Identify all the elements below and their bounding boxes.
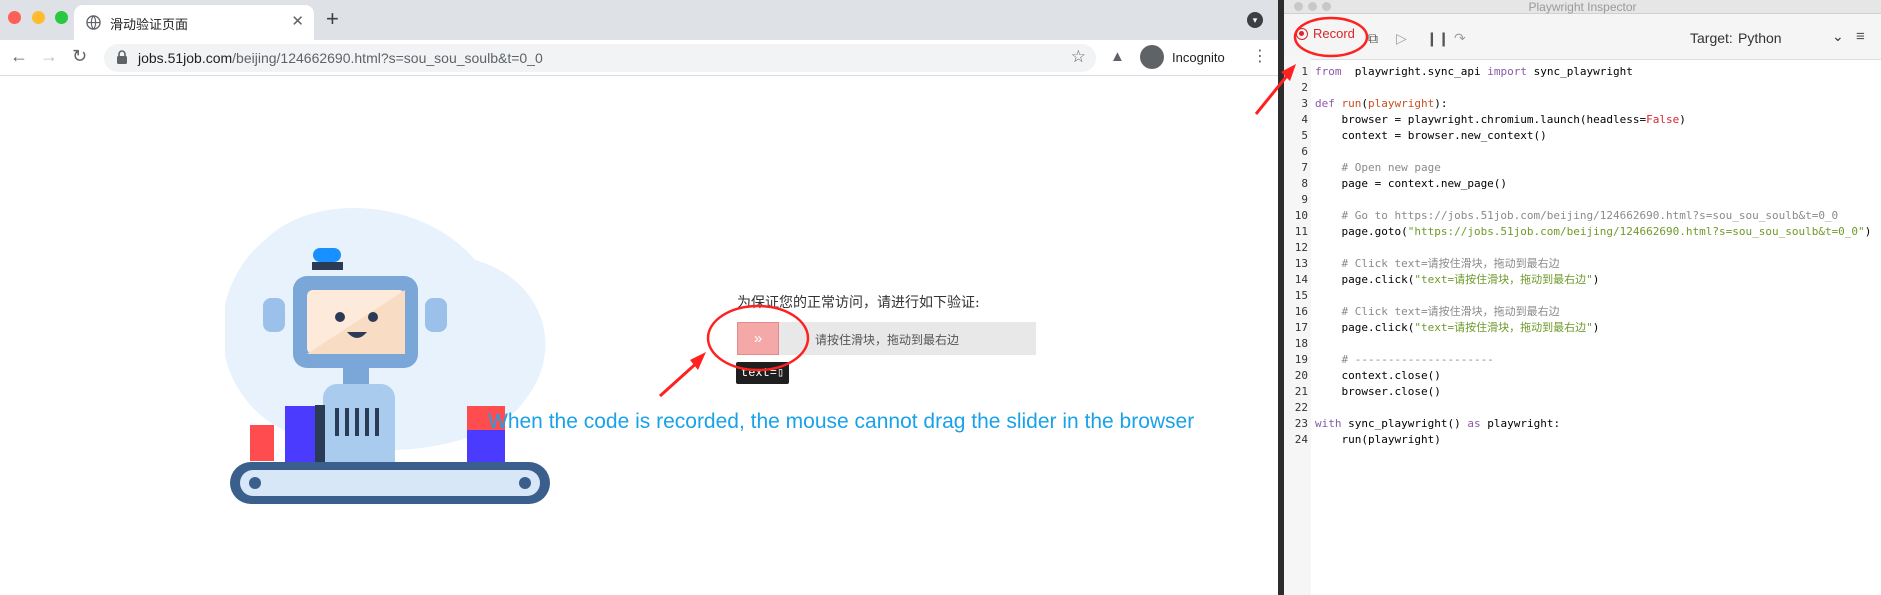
close-window-button[interactable] (8, 11, 21, 24)
incognito-label: Incognito (1172, 50, 1225, 65)
code-text: # Click text=请按住滑块，拖动到最右边 (1315, 305, 1560, 318)
tab-title: 滑动验证页面 (110, 17, 189, 32)
line-number: 21 (1294, 385, 1308, 398)
menu-lines-icon[interactable]: ≡ (1856, 28, 1865, 45)
code-text: page = context.new_page() (1315, 177, 1508, 190)
line-number: 16 (1294, 305, 1308, 318)
browser-window: 滑动验证页面 ✕ + ▾ ← → ↻ jobs.51job.com/beijin… (0, 0, 1278, 595)
line-number: 14 (1294, 273, 1308, 286)
back-arrow-icon[interactable]: ← (10, 46, 28, 67)
target-label: Target: (1690, 30, 1733, 46)
line-number: 6 (1301, 145, 1308, 158)
line-number: 20 (1294, 369, 1308, 382)
tab-search-icon[interactable]: ▾ (1247, 12, 1263, 28)
code-text: page.click("text=请按住滑块，拖动到最右边") (1315, 273, 1600, 286)
code-text: page.goto("https://jobs.51job.com/beijin… (1315, 225, 1872, 238)
line-number: 10 (1294, 209, 1308, 222)
url-path: /beijing/124662690.html?s=sou_sou_soulb&… (232, 50, 543, 66)
reload-icon[interactable]: ↻ (72, 46, 87, 67)
incognito-icon (1140, 45, 1164, 69)
line-number: 15 (1294, 289, 1308, 302)
annotation-caption: When the code is recorded, the mouse can… (488, 410, 1195, 433)
lock-icon (117, 50, 127, 64)
verify-prompt: 为保证您的正常访问，请进行如下验证: (737, 295, 980, 311)
line-number: 11 (1294, 225, 1308, 238)
record-icon (1296, 28, 1308, 40)
extension-flask-icon[interactable]: ▲ (1110, 48, 1125, 65)
url-host: jobs.51job.com (138, 50, 233, 66)
globe-icon (86, 15, 101, 30)
record-button[interactable]: Record (1296, 26, 1355, 48)
pause-icon[interactable]: ❙❙ (1426, 30, 1449, 47)
tab-strip: 滑动验证页面 ✕ + ▾ (0, 0, 1278, 40)
line-number: 8 (1301, 177, 1308, 190)
address-bar[interactable]: jobs.51job.com/beijing/124662690.html?s=… (104, 44, 1096, 72)
line-number: 2 (1301, 81, 1308, 94)
line-number: 4 (1301, 113, 1308, 126)
copy-icon[interactable]: ⧉ (1368, 30, 1378, 47)
playwright-inspector: Playwright Inspector Record ⧉ ▷ ❙❙ ↷ Tar… (1284, 0, 1881, 595)
new-tab-button[interactable]: + (326, 6, 339, 32)
line-number: 17 (1294, 321, 1308, 334)
browser-toolbar: ← → ↻ jobs.51job.com/beijing/124662690.h… (0, 40, 1278, 76)
code-text: run(playwright) (1315, 433, 1441, 446)
record-label: Record (1313, 26, 1355, 41)
target-select[interactable]: Python (1738, 30, 1782, 46)
slider-handle[interactable]: » (737, 322, 779, 355)
line-number: 5 (1301, 129, 1308, 142)
code-text: browser = playwright.chromium.launch(hea… (1315, 113, 1686, 126)
step-over-icon[interactable]: ↷ (1454, 30, 1466, 47)
code-text: def run(playwright): (1315, 97, 1448, 110)
resume-icon[interactable]: ▷ (1396, 30, 1407, 47)
line-number: 23 (1294, 417, 1308, 430)
url-text: jobs.51job.com/beijing/124662690.html?s=… (138, 50, 543, 66)
code-text: with sync_playwright() as playwright: (1315, 417, 1561, 430)
line-number: 19 (1294, 353, 1308, 366)
incognito-profile[interactable]: Incognito (1138, 44, 1238, 70)
code-text: context.close() (1315, 369, 1441, 382)
line-number: 1 (1301, 65, 1308, 78)
line-number: 3 (1301, 97, 1308, 110)
code-editor[interactable]: 1 from playwright.sync_api import sync_pl… (1284, 56, 1881, 595)
chevron-down-icon[interactable]: ⌄ (1832, 28, 1844, 45)
browser-menu-icon[interactable]: ⋮ (1252, 46, 1268, 66)
code-text: # Go to https://jobs.51job.com/beijing/1… (1315, 209, 1839, 222)
robot-illustration (225, 208, 550, 504)
minimize-window-button[interactable] (32, 11, 45, 24)
code-text: # Click text=请按住滑块，拖动到最右边 (1315, 257, 1560, 270)
maximize-window-button[interactable] (55, 11, 68, 24)
selector-tooltip: text=▯ (736, 362, 790, 384)
line-number: 18 (1294, 337, 1308, 350)
line-number: 13 (1294, 257, 1308, 270)
line-number: 24 (1294, 433, 1308, 446)
bookmark-star-icon[interactable]: ☆ (1071, 47, 1086, 67)
line-number: 9 (1301, 193, 1308, 206)
inspector-toolbar: Record ⧉ ▷ ❙❙ ↷ Target: Python ⌄ ≡ (1284, 14, 1881, 60)
forward-arrow-icon[interactable]: → (40, 46, 58, 67)
tab-close-icon[interactable]: ✕ (291, 12, 304, 30)
line-number: 12 (1294, 241, 1308, 254)
code-text: # --------------------- (1315, 353, 1494, 366)
line-number: 22 (1294, 401, 1308, 414)
line-number: 7 (1301, 161, 1308, 174)
tab-active[interactable]: 滑动验证页面 ✕ (74, 5, 314, 40)
code-text: page.click("text=请按住滑块，拖动到最右边") (1315, 321, 1600, 334)
inspector-title: Playwright Inspector (1528, 0, 1637, 14)
code-text: from playwright.sync_api import sync_pla… (1315, 65, 1633, 78)
code-text: # Open new page (1315, 161, 1441, 174)
slider-instruction: 请按住滑块，拖动到最右边 (815, 333, 960, 347)
inspector-titlebar: Playwright Inspector (1284, 0, 1881, 14)
code-text: browser.close() (1315, 385, 1441, 398)
code-text: context = browser.new_context() (1315, 129, 1547, 142)
